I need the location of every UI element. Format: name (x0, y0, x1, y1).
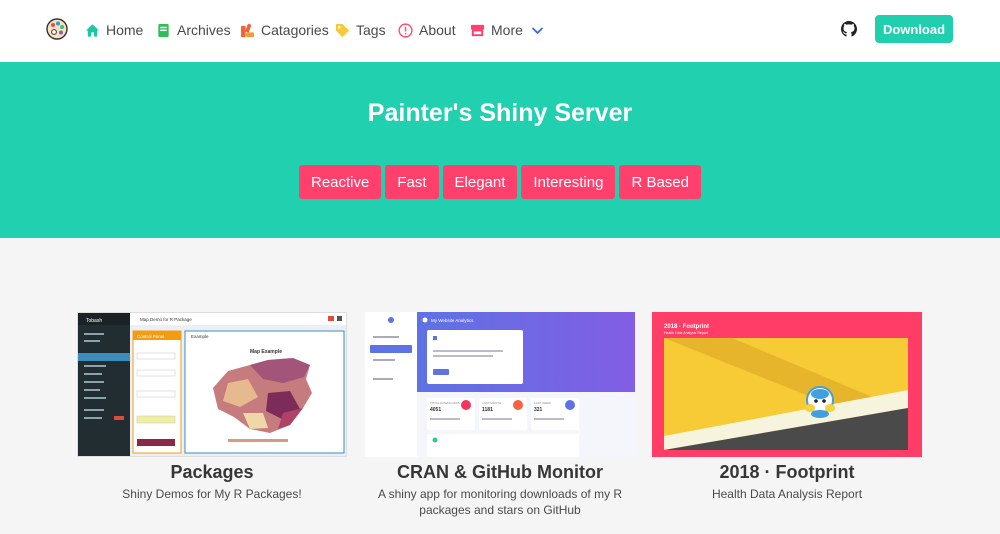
nav-more-label: More (491, 22, 523, 38)
nav-categories[interactable]: Catagories (240, 19, 329, 41)
packages-map-title: Map Example (250, 349, 282, 355)
tag-interesting[interactable]: Interesting (521, 165, 616, 199)
home-icon (85, 23, 100, 37)
packages-sidebar-title: Tobash (86, 318, 102, 324)
nav-about[interactable]: About (398, 19, 456, 41)
footprint-screenshot-image: 2018 · Footprint Health Data Analysis Re… (652, 312, 922, 457)
chevron-down-icon (532, 27, 543, 34)
nav-archives[interactable]: Archives (156, 19, 231, 41)
tag-fast[interactable]: Fast (385, 165, 439, 199)
cran-stat-label-3: LAST WEEK (534, 401, 551, 405)
nav-tags[interactable]: Tags (335, 19, 386, 41)
hero-banner: Painter's Shiny Server Reactive Fast Ele… (0, 62, 1000, 238)
nav-archives-label: Archives (177, 22, 231, 38)
info-icon (398, 22, 413, 38)
card-cran-monitor[interactable]: My Website Analytics TOTAL DOWNLOADS 405… (365, 312, 635, 518)
hero-tag-list: Reactive Fast Elegant Interesting R Base… (0, 165, 1000, 199)
categories-icon (240, 23, 255, 37)
nav-home-label: Home (106, 22, 144, 38)
card-packages-desc: Shiny Demos for My R Packages! (122, 487, 302, 501)
nav-home[interactable]: Home (85, 19, 143, 41)
palette-logo-icon[interactable] (46, 18, 68, 40)
tag-reactive[interactable]: Reactive (298, 165, 382, 199)
packages-toolbar-title: Map Demo for R Package (140, 317, 192, 322)
hero-title: Painter's Shiny Server (367, 99, 633, 127)
card-packages[interactable]: Tobash Map Demo for R Package Control Pa… (77, 312, 347, 502)
cran-stat-value-3: 321 (534, 407, 543, 413)
nav-about-label: About (419, 22, 456, 38)
cran-stat-label-2: LAST MONTH (482, 401, 501, 405)
card-footprint-desc: Health Data Analysis Report (711, 487, 863, 501)
packages-thumbnail: Tobash Map Demo for R Package Control Pa… (77, 312, 347, 457)
book-icon (158, 23, 169, 37)
nav-categories-label: Catagories (261, 22, 329, 38)
card-cran-monitor-title: CRAN & GitHub Monitor (397, 462, 603, 482)
cran-monitor-screenshot-image: My Website Analytics TOTAL DOWNLOADS 405… (365, 312, 635, 457)
footprint-thumbnail: 2018 · Footprint Health Data Analysis Re… (652, 312, 922, 457)
cran-stat-value-1: 4051 (430, 407, 441, 413)
card-footprint-title: 2018 · Footprint (719, 462, 855, 482)
github-icon[interactable] (840, 20, 858, 38)
tag-elegant[interactable]: Elegant (442, 165, 518, 199)
footprint-thumb-title: 2018 · Footprint (664, 324, 709, 330)
card-footprint[interactable]: 2018 · Footprint Health Data Analysis Re… (652, 312, 922, 502)
cran-stat-label-1: TOTAL DOWNLOADS (430, 401, 460, 405)
nav-more[interactable]: More (470, 19, 544, 41)
packages-plot-tab: Example (191, 334, 209, 339)
cran-monitor-thumbnail: My Website Analytics TOTAL DOWNLOADS 405… (365, 312, 635, 457)
tag-icon (335, 23, 350, 37)
store-icon (470, 24, 485, 36)
cran-stat-value-2: 1181 (482, 407, 493, 413)
packages-panel-title: Control Panel (137, 334, 164, 339)
packages-screenshot-image: Tobash Map Demo for R Package Control Pa… (78, 313, 346, 456)
card-cran-monitor-desc: A shiny app for monitoring downloads of … (377, 487, 623, 517)
card-packages-title: Packages (170, 462, 254, 482)
download-button[interactable]: Download (875, 15, 953, 43)
nav-tags-label: Tags (356, 22, 386, 38)
footprint-thumb-subtitle: Health Data Analysis Report (664, 331, 708, 335)
cran-monitor-header-title: My Website Analytics (431, 318, 474, 323)
tag-r-based[interactable]: R Based (619, 165, 701, 199)
navbar: Home Archives Catagories Tags About More… (0, 0, 1000, 62)
